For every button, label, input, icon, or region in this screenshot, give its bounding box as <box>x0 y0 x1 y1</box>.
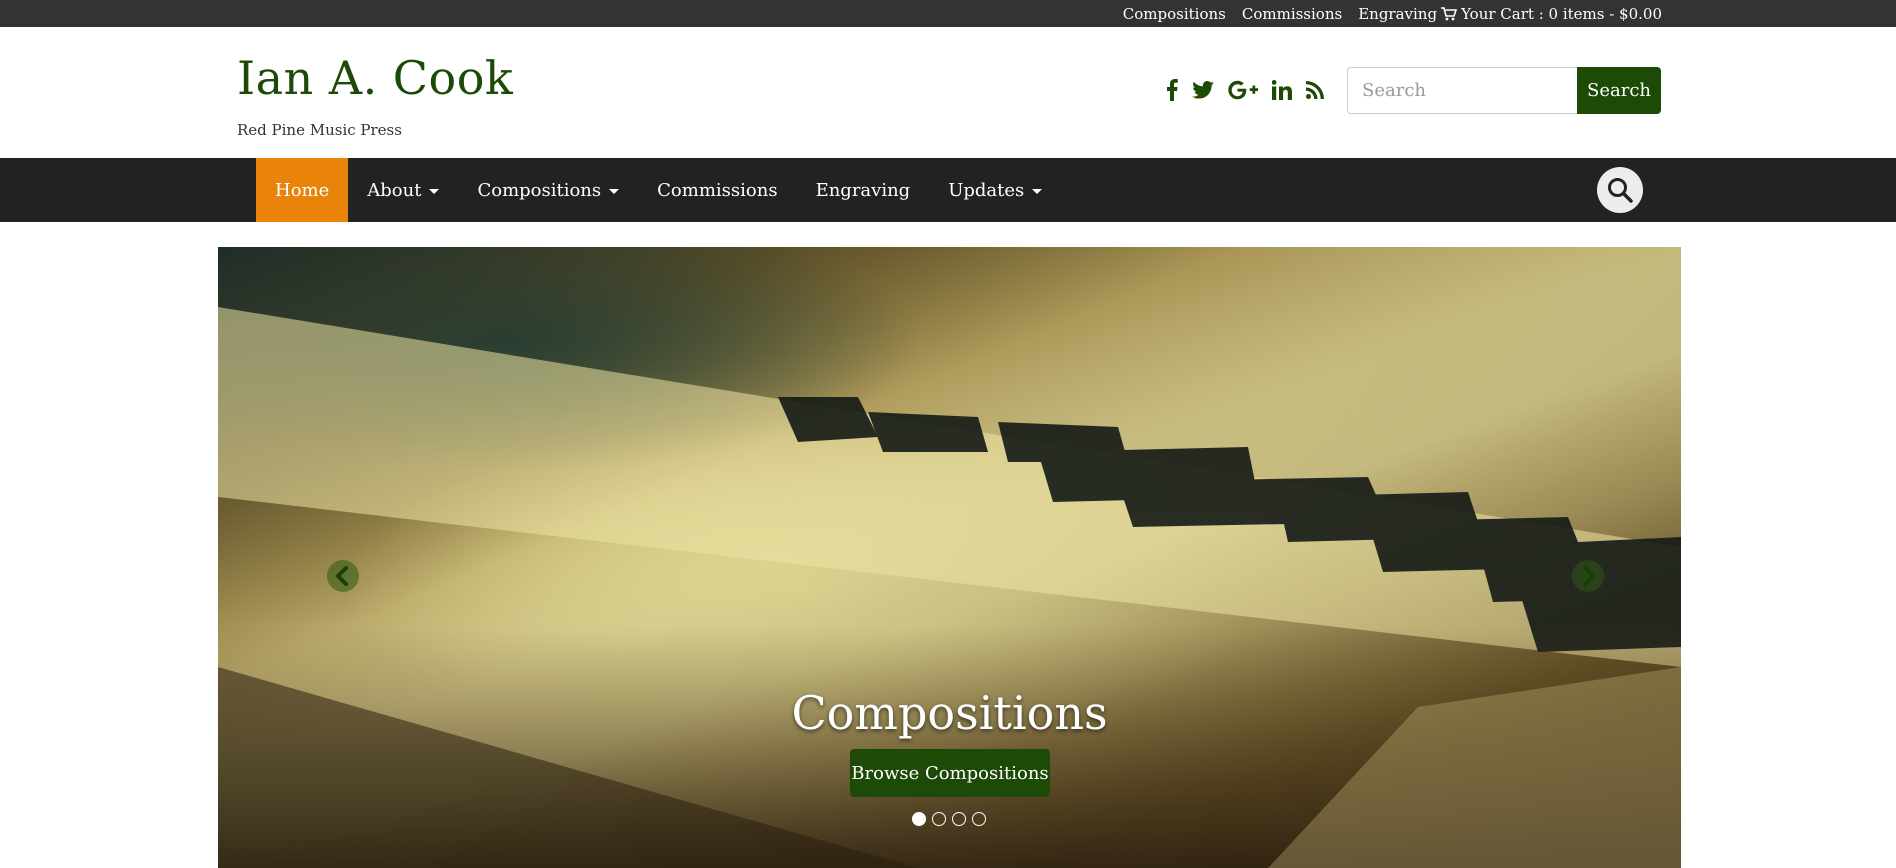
nav-item-label: Home <box>275 179 330 201</box>
header-search: Search <box>1347 67 1661 114</box>
browse-compositions-button[interactable]: Browse Compositions <box>850 749 1050 797</box>
carousel-indicator-4[interactable] <box>972 812 986 826</box>
site-header: Ian A. Cook Red Pine Music Press Search <box>0 27 1896 158</box>
carousel-indicator-3[interactable] <box>952 812 966 826</box>
site-title[interactable]: Ian A. Cook <box>237 51 513 105</box>
linkedin-icon[interactable] <box>1272 80 1292 100</box>
top-link-compositions[interactable]: Compositions <box>1123 5 1226 23</box>
search-icon <box>1608 178 1633 203</box>
nav-item-compositions[interactable]: Compositions <box>458 158 638 222</box>
nav-item-about[interactable]: About <box>348 158 458 222</box>
caret-down-icon <box>609 188 620 194</box>
top-utility-bar: Compositions Commissions Engraving Your … <box>0 0 1896 27</box>
search-input[interactable] <box>1347 67 1577 114</box>
nav-item-label: Commissions <box>657 179 778 201</box>
nav-item-label: Updates <box>948 179 1025 201</box>
nav-item-label: Compositions <box>477 179 602 201</box>
nav-item-engraving[interactable]: Engraving <box>797 158 930 222</box>
cart-summary[interactable]: Your Cart : 0 items - $0.00 <box>1461 5 1662 23</box>
top-utility-links: Compositions Commissions Engraving Your … <box>1123 0 1662 27</box>
search-button[interactable]: Search <box>1577 67 1661 114</box>
carousel-next-button[interactable] <box>1571 559 1605 593</box>
carousel-caption: Compositions <box>791 686 1108 740</box>
site-tagline: Red Pine Music Press <box>237 121 402 139</box>
top-link-commissions[interactable]: Commissions <box>1242 5 1342 23</box>
rss-icon[interactable] <box>1306 81 1324 99</box>
nav-item-updates[interactable]: Updates <box>929 158 1061 222</box>
carousel-indicators <box>912 812 986 826</box>
caret-down-icon <box>429 188 440 194</box>
carousel-indicator-1[interactable] <box>912 812 926 826</box>
main-navbar: Home About Compositions Commissions Engr… <box>0 158 1896 222</box>
top-link-engraving[interactable]: Engraving <box>1358 5 1437 23</box>
chevron-left-icon <box>327 560 359 592</box>
shopping-cart-icon <box>1441 6 1458 20</box>
caret-down-icon <box>1032 188 1043 194</box>
nav-search-toggle[interactable] <box>1597 167 1643 213</box>
chevron-right-icon <box>1572 560 1604 592</box>
nav-item-home[interactable]: Home <box>256 158 349 222</box>
nav-item-label: About <box>367 179 422 201</box>
social-links <box>1166 77 1324 103</box>
nav-item-commissions[interactable]: Commissions <box>638 158 796 222</box>
nav-menu: Home About Compositions Commissions Engr… <box>256 158 1061 222</box>
carousel-indicator-2[interactable] <box>932 812 946 826</box>
facebook-icon[interactable] <box>1166 79 1178 101</box>
carousel-prev-button[interactable] <box>326 559 360 593</box>
twitter-icon[interactable] <box>1192 81 1214 99</box>
nav-item-label: Engraving <box>815 179 911 201</box>
top-link-engraving-cart[interactable]: Engraving Your Cart : 0 items - $0.00 <box>1358 5 1662 23</box>
google-plus-icon[interactable] <box>1228 80 1258 100</box>
hero-carousel: Compositions Browse Compositions <box>218 247 1681 868</box>
